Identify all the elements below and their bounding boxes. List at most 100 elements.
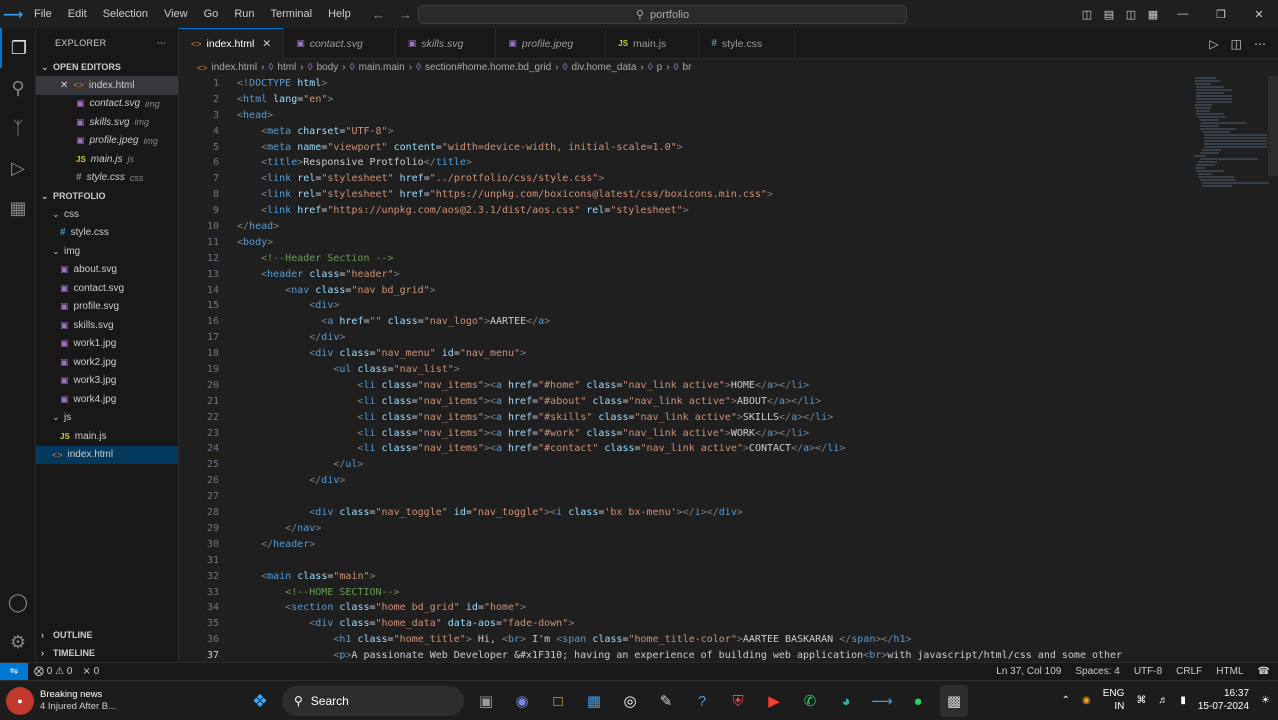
code-line[interactable]: <meta name="viewport" content="width=dev… <box>237 140 1197 156</box>
terminal-icon[interactable]: ▩ <box>940 685 968 717</box>
help-icon[interactable]: ? <box>688 685 716 717</box>
close-tab-icon[interactable]: ✕ <box>262 38 271 50</box>
code-line[interactable]: <div class="home_data" data-aos="fade-do… <box>237 616 1197 632</box>
breadcrumb-item[interactable]: body <box>317 62 339 73</box>
open-editor-item[interactable]: ▣ contact.svg img <box>36 95 178 114</box>
teams-icon[interactable]: ◉ <box>508 685 536 717</box>
vscode-taskbar-icon[interactable]: ⟶ <box>868 685 896 717</box>
menu-go[interactable]: Go <box>196 0 227 28</box>
tab-contact-svg[interactable]: ▣ contact.svg <box>284 28 396 59</box>
store-icon[interactable]: ▦ <box>580 685 608 717</box>
menu-file[interactable]: File <box>26 0 60 28</box>
news-widget[interactable]: ● Breaking news 4 Injured After B... <box>6 687 116 715</box>
search-view-icon[interactable]: ⚲ <box>0 68 36 108</box>
code-line[interactable]: <div class="nav_menu" id="nav_menu"> <box>237 346 1197 362</box>
code-line[interactable]: <link href="https://unpkg.com/aos@2.3.1/… <box>237 203 1197 219</box>
code-line[interactable]: <nav class="nav bd_grid"> <box>237 283 1197 299</box>
code-line[interactable]: <div class="nav_toggle" id="nav_toggle">… <box>237 505 1197 521</box>
breadcrumb-item[interactable]: section#home.home.bd_grid <box>425 62 551 73</box>
spotify-icon[interactable]: ● <box>904 685 932 717</box>
code-line[interactable]: <li class="nav_items"><a href="#contact"… <box>237 441 1197 457</box>
code-line[interactable]: <body> <box>237 235 1197 251</box>
toggle-panel-icon[interactable]: ▤ <box>1098 8 1120 21</box>
code-line[interactable]: <!--Header Section --> <box>237 251 1197 267</box>
code-line[interactable]: <title>Responsive Protfolio</title> <box>237 155 1197 171</box>
taskbar-search[interactable]: ⚲ Search <box>282 686 464 716</box>
edge-browser-icon[interactable]: ◕ <box>832 685 860 717</box>
wifi-icon[interactable]: ⌘ <box>1136 695 1146 706</box>
open-editor-item[interactable]: ▣ profile.jpeg img <box>36 132 178 151</box>
cursor-position[interactable]: Ln 37, Col 109 <box>996 666 1061 677</box>
file-item[interactable]: ▣ work2.jpg <box>36 353 178 372</box>
run-debug-icon[interactable]: ▷ <box>0 148 36 188</box>
code-line[interactable]: <h1 class="home_title"> Hi, <br> I'm <sp… <box>237 632 1197 648</box>
menu-selection[interactable]: Selection <box>95 0 156 28</box>
line-endings[interactable]: CRLF <box>1176 666 1202 677</box>
account-icon[interactable]: ◯ <box>0 582 36 622</box>
file-item[interactable]: ▣ work3.jpg <box>36 372 178 391</box>
code-line[interactable]: <a href="" class="nav_logo">AARTEE</a> <box>237 314 1197 330</box>
open-editor-item[interactable]: # style.css css <box>36 169 178 188</box>
extensions-icon[interactable]: ▦ <box>0 188 36 228</box>
code-line[interactable]: </header> <box>237 537 1197 553</box>
file-item[interactable]: ▣ work1.jpg <box>36 335 178 354</box>
code-line[interactable]: </div> <box>237 330 1197 346</box>
tab-profile-jpeg[interactable]: ▣ profile.jpeg <box>496 28 607 59</box>
youtube-icon[interactable]: ▶ <box>760 685 788 717</box>
code-line[interactable]: <ul class="nav_list"> <box>237 362 1197 378</box>
code-line[interactable]: <meta charset="UTF-8"> <box>237 124 1197 140</box>
remote-icon[interactable]: ⇋ <box>0 662 28 681</box>
clock[interactable]: 16:37 15-07-2024 <box>1198 687 1249 713</box>
file-item[interactable]: ▣ skills.svg <box>36 316 178 335</box>
language-mode[interactable]: HTML <box>1216 666 1243 677</box>
breadcrumb-item[interactable]: br <box>683 62 692 73</box>
encoding[interactable]: UTF-8 <box>1134 666 1162 677</box>
breadcrumb-item[interactable]: p <box>657 62 663 73</box>
code-line[interactable]: </nav> <box>237 521 1197 537</box>
file-explorer-icon[interactable]: □ <box>544 685 572 717</box>
menu-run[interactable]: Run <box>226 0 262 28</box>
code-line[interactable]: <li class="nav_items"><a href="#home" cl… <box>237 378 1197 394</box>
breadcrumb-item[interactable]: main.main <box>359 62 405 73</box>
settings-gear-icon[interactable]: ⚙ <box>0 622 36 662</box>
explorer-icon[interactable]: ❐ <box>0 28 36 68</box>
open-editor-item[interactable]: ✕ <> index.html <box>36 76 178 95</box>
shield-icon[interactable]: ⛨ <box>724 685 752 717</box>
split-editor-icon[interactable]: ◫ <box>1231 37 1242 51</box>
tray-app-icon[interactable]: ◉ <box>1082 695 1091 706</box>
code-line[interactable]: <link rel="stylesheet" href="https://unp… <box>237 187 1197 203</box>
tab-style-css[interactable]: # style.css <box>699 28 796 59</box>
file-item[interactable]: <> index.html <box>36 445 178 464</box>
open-editor-item[interactable]: ▣ skills.svg img <box>36 113 178 132</box>
file-item[interactable]: ▣ contact.svg <box>36 279 178 298</box>
more-actions-icon[interactable]: ⋯ <box>1254 37 1266 51</box>
folder-item[interactable]: ⌄ img <box>36 242 178 261</box>
close-window-icon[interactable]: ✕ <box>1240 8 1278 21</box>
tab-skills-svg[interactable]: ▣ skills.svg <box>396 28 497 59</box>
source-control-icon[interactable]: ᛉ <box>0 108 36 148</box>
code-area[interactable]: <!DOCTYPE html> <html lang="en"> <head> <m… <box>237 76 1197 662</box>
outline-header[interactable]: › OUTLINE <box>36 626 178 644</box>
menu-edit[interactable]: Edit <box>60 0 95 28</box>
run-icon[interactable]: ▷ <box>1209 37 1218 51</box>
toggle-secondary-sidebar-icon[interactable]: ◫ <box>1120 8 1142 21</box>
language-indicator[interactable]: ENG IN <box>1103 687 1125 713</box>
notification-center-icon[interactable]: ☀ <box>1261 695 1270 706</box>
notes-icon[interactable]: ✎ <box>652 685 680 717</box>
vertical-scrollbar[interactable] <box>1268 76 1278 176</box>
tab-main-js[interactable]: JS main.js <box>606 28 700 59</box>
project-folder-header[interactable]: ⌄ PROTFOLIO <box>36 187 178 205</box>
minimize-icon[interactable]: — <box>1164 8 1202 20</box>
command-center[interactable]: ⚲ portfolio <box>418 5 907 24</box>
battery-icon[interactable]: ▮ <box>1180 695 1186 706</box>
code-line[interactable]: <section class="home bd_grid" id="home"> <box>237 600 1197 616</box>
breadcrumb-item[interactable]: html <box>277 62 296 73</box>
customize-layout-icon[interactable]: ▦ <box>1142 8 1164 21</box>
code-line[interactable]: <!DOCTYPE html> <box>237 76 1197 92</box>
task-view-icon[interactable]: ▣ <box>472 685 500 717</box>
code-line[interactable]: </head> <box>237 219 1197 235</box>
file-item[interactable]: ▣ profile.svg <box>36 298 178 317</box>
code-line[interactable]: <div> <box>237 298 1197 314</box>
code-line[interactable]: <main class="main"> <box>237 569 1197 585</box>
whatsapp-icon[interactable]: ✆ <box>796 685 824 717</box>
